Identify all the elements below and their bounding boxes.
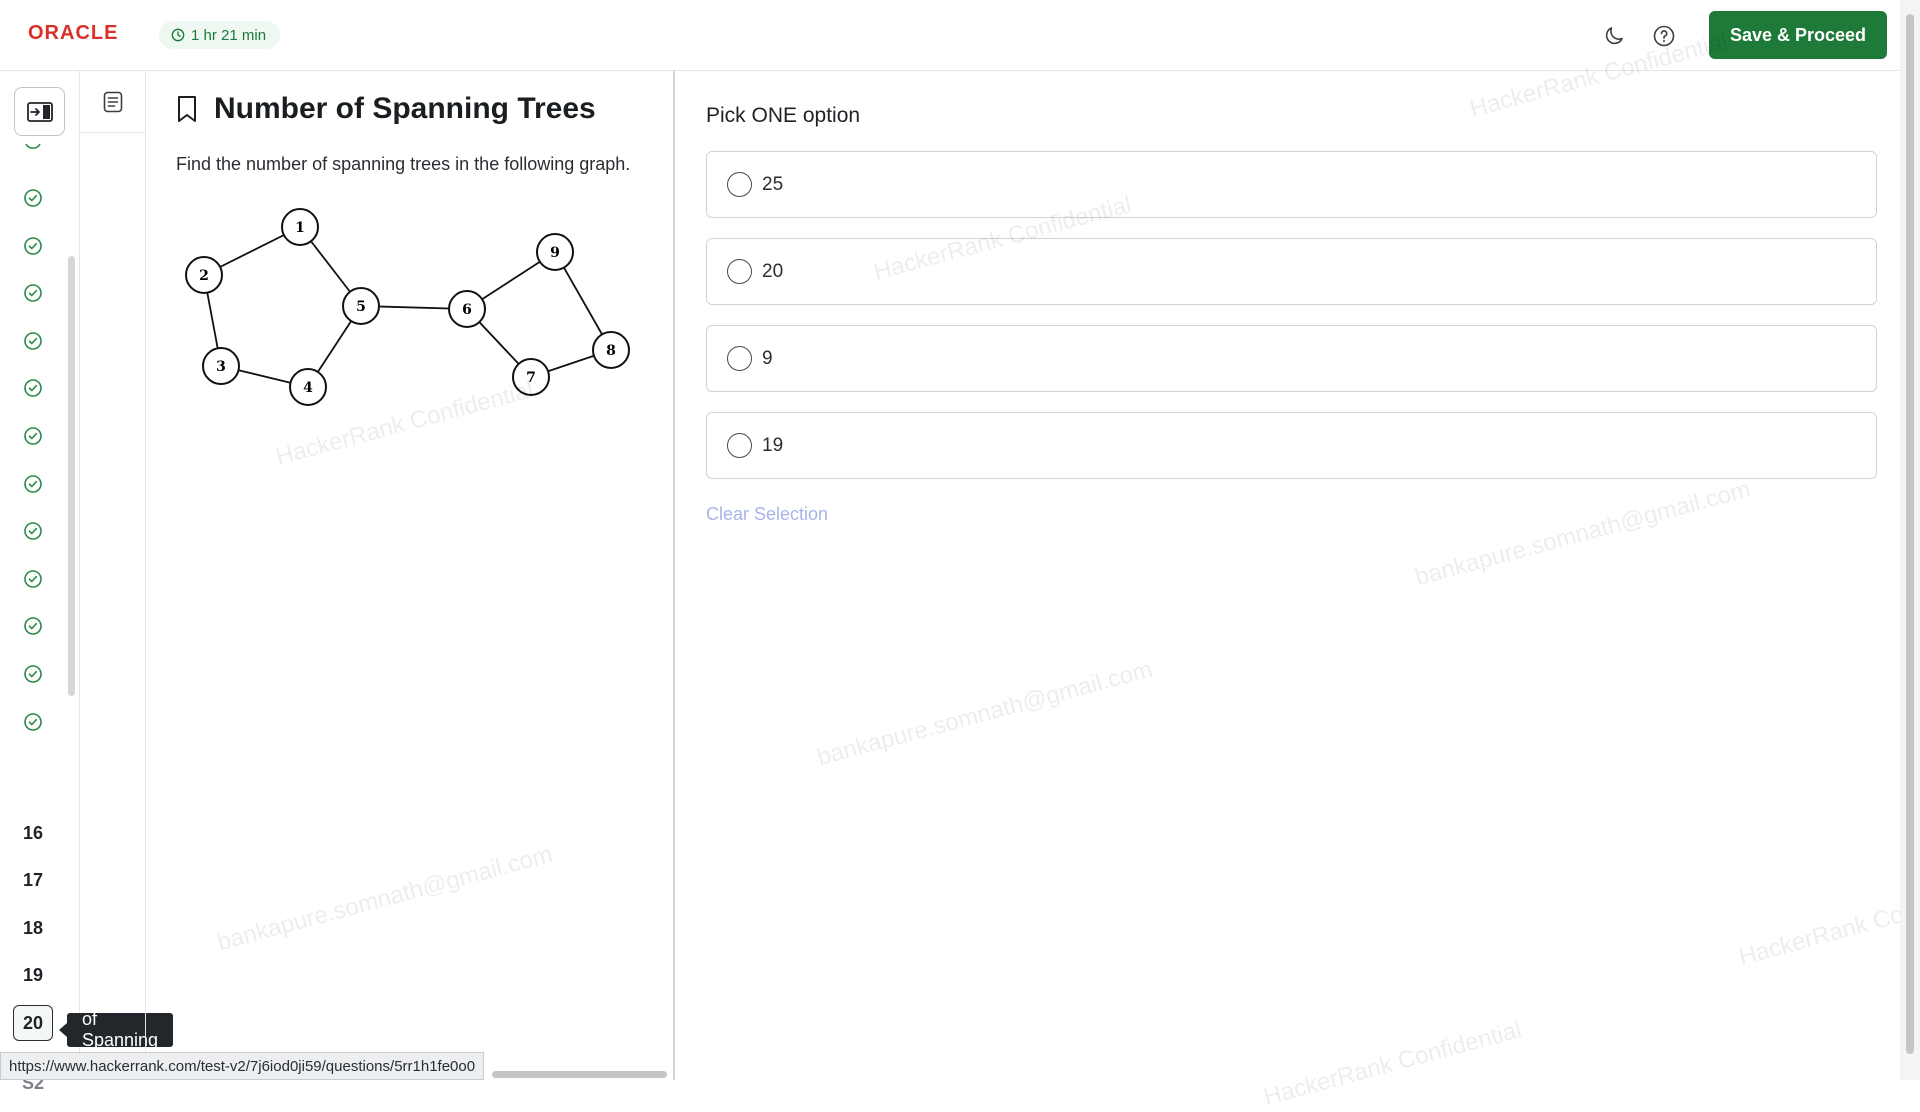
- check-circle-icon: [24, 236, 42, 255]
- question-title: Number of Spanning Trees: [214, 92, 596, 125]
- check-circle-icon: [24, 427, 42, 445]
- question-item-19[interactable]: 19: [13, 958, 53, 994]
- answer-option[interactable]: 20: [706, 238, 1877, 305]
- check-circle-icon: [24, 189, 42, 207]
- graph-node-3: 3: [202, 347, 240, 385]
- save-proceed-button[interactable]: Save & Proceed: [1709, 11, 1887, 59]
- check-circle-icon: [24, 379, 42, 398]
- question-item-completed[interactable]: [13, 323, 53, 359]
- notes-icon: [103, 91, 123, 112]
- question-item-completed[interactable]: [13, 704, 53, 740]
- option-label: 25: [762, 173, 784, 195]
- svg-text:8: 8: [606, 343, 616, 359]
- question-item-completed[interactable]: [13, 228, 53, 264]
- check-circle-icon: [24, 522, 42, 540]
- help-button[interactable]: [1650, 22, 1678, 50]
- radio-button[interactable]: [727, 172, 752, 197]
- question-item-completed[interactable]: [13, 275, 53, 311]
- radio-button[interactable]: [727, 259, 752, 284]
- question-item-20[interactable]: 20: [13, 1005, 53, 1042]
- answer-option[interactable]: 9: [706, 325, 1877, 392]
- notes-column: [80, 71, 146, 1080]
- question-item-completed[interactable]: [13, 656, 53, 692]
- graph-node-6: 6: [448, 290, 486, 328]
- graph-node-8: 8: [592, 331, 630, 369]
- graph-figure: 1 2 3 4 5 6 7 8 9: [185, 208, 630, 406]
- timer-badge: 1 hr 21 min: [159, 21, 281, 49]
- option-label: 9: [762, 347, 773, 369]
- check-circle-icon: [24, 331, 42, 350]
- page-scrollbar[interactable]: [1900, 0, 1920, 1080]
- dark-mode-toggle[interactable]: [1600, 22, 1628, 50]
- answer-option[interactable]: 25: [706, 151, 1877, 218]
- check-circle-icon: [24, 474, 42, 493]
- question-item-completed[interactable]: [13, 466, 53, 502]
- notes-button[interactable]: [80, 71, 146, 133]
- question-item-completed[interactable]: [13, 513, 53, 549]
- option-label: 20: [762, 260, 784, 282]
- graph-node-5: 5: [342, 287, 380, 325]
- question-navigator: 1617181920S2 Number of Spanning Trees: [0, 71, 174, 1093]
- moon-icon: [1605, 27, 1623, 45]
- graph-node-4: 4: [289, 368, 327, 406]
- timer-text: 1 hr 21 min: [191, 26, 267, 44]
- question-item-completed[interactable]: [13, 180, 53, 216]
- question-item-completed[interactable]: [13, 608, 53, 644]
- svg-text:5: 5: [356, 299, 366, 315]
- answer-option[interactable]: 19: [706, 412, 1877, 479]
- question-item-16[interactable]: 16: [13, 815, 53, 851]
- navigator-scrollbar[interactable]: [68, 256, 75, 696]
- check-circle-icon: [24, 617, 42, 636]
- svg-text:6: 6: [462, 302, 472, 318]
- answer-pane: Pick ONE option 25 20 9 19 Clear Selection: [677, 71, 1900, 1080]
- svg-text:2: 2: [199, 268, 209, 284]
- check-circle-icon: [24, 712, 42, 731]
- svg-text:7: 7: [526, 370, 536, 386]
- question-header: Number of Spanning Trees: [176, 92, 596, 126]
- question-item-completed[interactable]: [13, 370, 53, 406]
- horizontal-scrollbar[interactable]: [492, 1071, 667, 1078]
- question-description: Find the number of spanning trees in the…: [176, 154, 631, 174]
- question-pane: Number of Spanning Trees Find the number…: [146, 71, 675, 1080]
- graph-node-1: 1: [281, 208, 319, 246]
- svg-text:1: 1: [295, 220, 305, 236]
- svg-text:4: 4: [303, 380, 313, 396]
- clear-selection-link[interactable]: Clear Selection: [706, 504, 828, 525]
- graph-node-7: 7: [512, 358, 550, 396]
- graph-node-2: 2: [185, 256, 223, 294]
- question-item-18[interactable]: 18: [13, 910, 53, 946]
- sidebar-expand-icon: [26, 101, 53, 122]
- check-circle-icon: [24, 284, 42, 302]
- page-scrollbar-thumb[interactable]: [1906, 14, 1914, 1054]
- pick-one-label: Pick ONE option: [706, 104, 861, 127]
- expand-sidebar-button[interactable]: [14, 87, 65, 136]
- check-circle-icon: [24, 665, 42, 683]
- bookmark-icon[interactable]: [176, 95, 198, 123]
- svg-text:9: 9: [550, 245, 560, 261]
- question-item-partial[interactable]: [13, 139, 53, 155]
- radio-button[interactable]: [727, 433, 752, 458]
- clock-icon: [171, 28, 185, 42]
- check-circle-icon: [24, 569, 42, 588]
- top-bar: ORACLE 1 hr 21 min Save & Proceed: [0, 0, 1900, 71]
- question-item-17[interactable]: 17: [13, 863, 53, 899]
- status-url: https://www.hackerrank.com/test-v2/7j6io…: [0, 1052, 485, 1080]
- oracle-logo: ORACLE: [28, 22, 119, 44]
- graph-node-9: 9: [536, 233, 574, 271]
- svg-text:3: 3: [216, 359, 226, 375]
- radio-button[interactable]: [727, 346, 752, 371]
- question-item-completed[interactable]: [13, 561, 53, 597]
- question-item-completed[interactable]: [13, 418, 53, 454]
- help-icon: [1653, 25, 1675, 47]
- option-label: 19: [762, 434, 784, 456]
